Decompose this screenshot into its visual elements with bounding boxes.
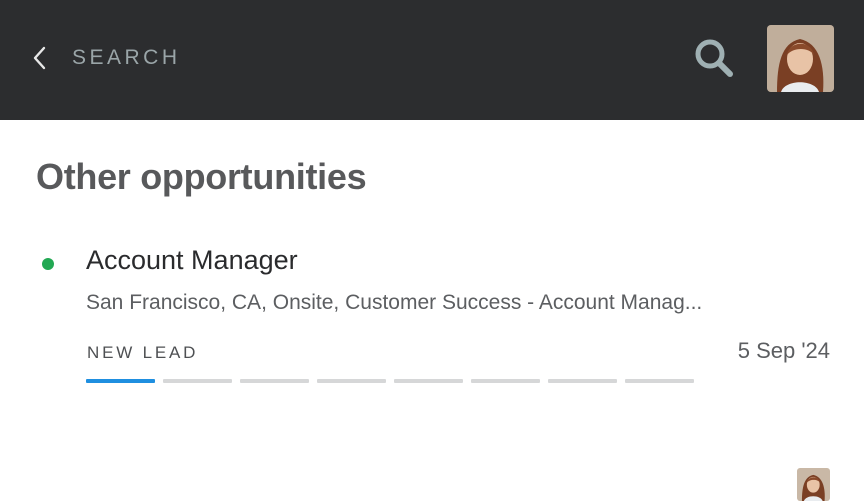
opportunity-date: 5 Sep '24 (737, 338, 830, 363)
progress-segment (394, 379, 463, 383)
progress-segment (163, 379, 232, 383)
progress-segment (625, 379, 694, 383)
progress-segment (240, 379, 309, 383)
user-avatar[interactable] (767, 25, 834, 92)
stage-label: NEW LEAD (87, 343, 199, 362)
search-icon (695, 39, 733, 77)
top-bar: SEARCH (0, 0, 864, 120)
opportunity-card[interactable]: Account Manager San Francisco, CA, Onsit… (0, 225, 864, 501)
progress-segment (548, 379, 617, 383)
back-label: SEARCH (72, 46, 181, 69)
stage-progress (86, 379, 694, 383)
owner-avatar (797, 468, 830, 501)
avatar-photo (797, 468, 830, 501)
section-title: Other opportunities (36, 156, 367, 197)
progress-segment (86, 379, 155, 383)
status-dot (42, 258, 54, 270)
job-title[interactable]: Account Manager (86, 245, 298, 276)
progress-segment (317, 379, 386, 383)
avatar-photo (767, 25, 834, 92)
chevron-left-icon (33, 46, 46, 70)
job-meta: San Francisco, CA, Onsite, Customer Succ… (86, 291, 703, 314)
search-button[interactable] (692, 36, 736, 80)
back-to-search-button[interactable]: SEARCH (32, 40, 181, 76)
progress-segment (471, 379, 540, 383)
